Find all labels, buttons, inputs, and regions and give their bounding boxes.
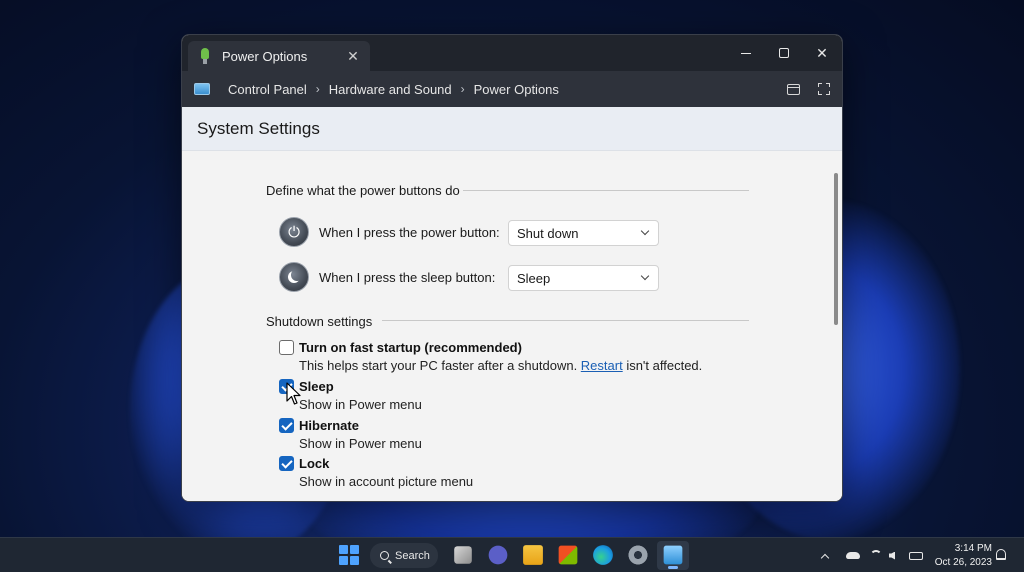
sleep-button-row: When I press the sleep button: [279,262,519,292]
file-explorer-icon[interactable] [523,545,543,565]
minimize-icon [741,52,751,54]
fast-startup-checkbox[interactable] [279,340,294,355]
battery-icon[interactable] [909,538,923,572]
hibernate-option: Hibernate Show in Power menu [279,417,422,453]
taskbar-clock[interactable]: 3:14 PM Oct 26, 2023 [930,542,992,570]
fast-startup-desc-suffix: isn't affected. [622,358,703,373]
task-view-icon[interactable] [454,546,472,564]
meet-icon[interactable] [488,545,508,565]
power-button-action-value: Shut down [517,225,579,241]
taskbar: Search 3:14 PM Oct 26, 2023 [0,537,1024,572]
chevron-down-icon [640,271,650,281]
power-button-action-select[interactable]: Shut down [508,220,659,246]
section-divider [463,190,749,191]
power-icon: ⏻ [279,217,309,247]
hibernate-option-description: Show in Power menu [299,436,422,451]
onedrive-cloud-icon[interactable] [846,538,860,572]
address-bar-actions [787,71,830,107]
breadcrumb-control-panel[interactable]: Control Panel [228,82,307,97]
sleep-button-action-value: Sleep [517,270,551,286]
volume-icon[interactable] [889,538,895,572]
notification-bell-icon[interactable] [996,549,1006,560]
start-icon[interactable] [338,544,360,566]
power-options-window: Power Options ✕ ✕ Control Panel › Hardwa… [181,34,843,502]
power-button-label: When I press the power button: [319,224,500,240]
power-button-row: ⏻ When I press the power button: [279,217,519,247]
page-header: System Settings [182,107,842,151]
sleep-moon-icon [279,262,309,292]
breadcrumb-separator-icon[interactable]: › [461,82,465,96]
page-title: System Settings [197,118,320,138]
breadcrumb-power-options[interactable]: Power Options [474,82,559,97]
maximize-icon [779,48,789,58]
breadcrumb-separator-icon[interactable]: › [316,82,320,96]
clock-date: Oct 26, 2023 [934,557,992,568]
settings-icon[interactable] [627,544,649,566]
search-icon [380,551,389,560]
power-buttons-heading: Define what the power buttons do [266,183,460,198]
lock-option: Lock Show in account picture menu [279,455,473,491]
tab-power-options[interactable]: Power Options ✕ [188,41,370,71]
power-options-app-icon [198,48,212,64]
control-panel-taskbar-icon[interactable] [663,545,683,565]
lock-option-title: Lock [299,456,330,471]
sleep-button-action-select[interactable]: Sleep [508,265,659,291]
fast-startup-option: Turn on fast startup (recommended) This … [279,339,702,375]
show-hidden-icons-chevron-icon[interactable] [820,538,830,572]
search-label: Search [395,549,430,562]
tab-title: Power Options [222,48,308,64]
sleep-option-description: Show in Power menu [299,397,422,412]
control-panel-icon [194,83,210,95]
title-bar: Power Options ✕ ✕ [182,35,842,71]
taskbar-search[interactable]: Search [370,543,438,568]
maximize-button[interactable] [764,35,804,71]
fast-startup-title: Turn on fast startup (recommended) [299,340,522,355]
chevron-down-icon [640,226,650,236]
address-bar: Control Panel › Hardware and Sound › Pow… [182,71,842,107]
shutdown-settings-heading: Shutdown settings [266,314,373,329]
fast-startup-description: This helps start your PC faster after a … [299,356,702,375]
breadcrumb: Control Panel › Hardware and Sound › Pow… [228,82,559,97]
tab-close-icon[interactable]: ✕ [342,48,364,65]
wifi-icon[interactable] [870,538,882,572]
vertical-scrollbar[interactable] [834,173,838,325]
hibernate-checkbox[interactable] [279,418,294,433]
window-layout-icon[interactable] [787,83,800,95]
breadcrumb-hardware-and-sound[interactable]: Hardware and Sound [329,82,452,97]
lock-checkbox[interactable] [279,456,294,471]
store-icon[interactable] [558,545,578,565]
fast-startup-desc-text: This helps start your PC faster after a … [299,358,581,373]
settings-content: Define what the power buttons do ⏻ When … [182,151,842,501]
sleep-option-title: Sleep [299,379,334,394]
restart-link[interactable]: Restart [581,358,623,373]
lock-option-description: Show in account picture menu [299,474,474,489]
minimize-button[interactable] [726,35,766,71]
edge-icon[interactable] [593,545,613,565]
clock-time: 3:14 PM [954,543,992,554]
fullscreen-icon[interactable] [818,83,830,95]
section-divider [382,320,749,321]
hibernate-option-title: Hibernate [299,418,359,433]
sleep-button-label: When I press the sleep button: [319,269,496,285]
close-button[interactable]: ✕ [802,35,842,71]
